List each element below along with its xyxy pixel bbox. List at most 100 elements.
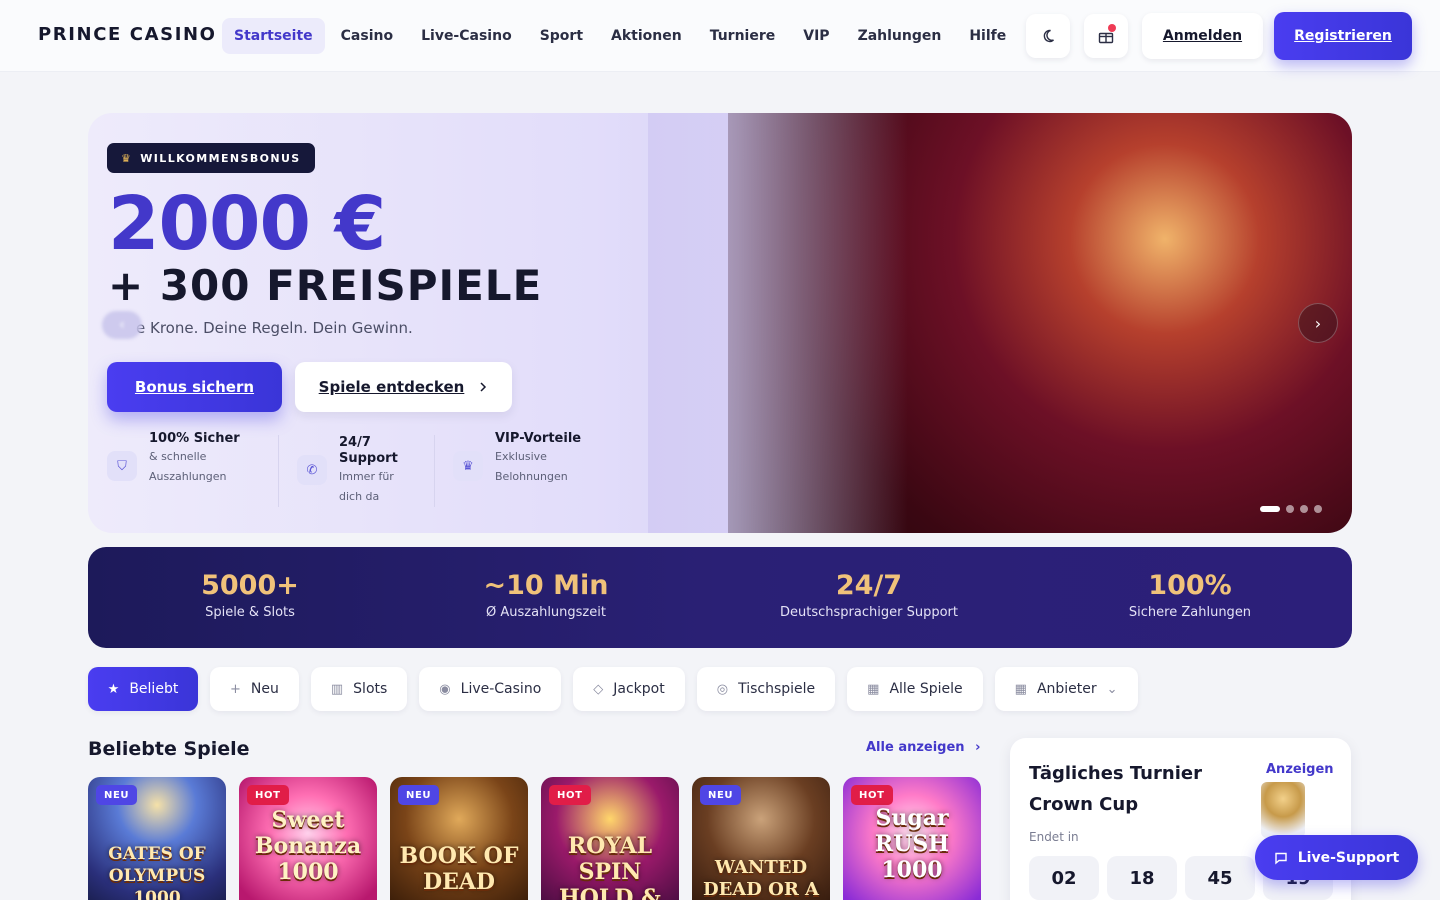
phone-icon: ✆ <box>297 455 327 485</box>
game-card[interactable]: NEU BOOK OF DEAD <box>390 777 528 900</box>
stat-value: 24/7 <box>835 570 903 601</box>
stat-value: 5000+ <box>201 570 299 601</box>
stat-label: Sichere Zahlungen <box>1128 605 1252 620</box>
freespins-headline: + 300 FREISPIELE <box>108 261 543 310</box>
carousel-dot[interactable] <box>1286 505 1294 513</box>
theme-toggle-button[interactable] <box>1026 14 1070 58</box>
stat-value: ~10 Min <box>483 570 609 601</box>
main-nav: Startseite Casino Live-Casino Sport Akti… <box>222 18 1018 54</box>
chat-icon <box>1275 852 1287 864</box>
hero-gradient-overlay <box>648 113 908 533</box>
countdown-hours: 18 <box>1107 856 1177 900</box>
notification-dot <box>1108 24 1116 32</box>
hot-badge: HOT <box>549 785 591 805</box>
nav-item-startseite[interactable]: Startseite <box>222 18 325 54</box>
claim-bonus-button[interactable]: Bonus sichern <box>107 362 282 412</box>
grid-icon: ▦ <box>1014 681 1027 697</box>
feature-secure: ⛉ 100% Sicher & schnelle Auszahlungen <box>107 431 269 487</box>
carousel-dot[interactable] <box>1300 505 1308 513</box>
show-all-link[interactable]: Alle anzeigen › <box>866 740 980 755</box>
plus-icon: + <box>230 681 241 697</box>
nav-item-zahlungen[interactable]: Zahlungen <box>846 18 954 54</box>
slots-icon: ▥ <box>330 681 344 697</box>
filter-alle-spiele[interactable]: ▦ Alle Spiele <box>847 667 983 711</box>
game-card[interactable]: HOT Sweet Bonanza 1000 <box>239 777 377 900</box>
nav-item-casino[interactable]: Casino <box>329 18 405 54</box>
filter-neu[interactable]: + Neu <box>210 667 299 711</box>
chevron-right-icon <box>480 382 487 392</box>
new-badge: NEU <box>96 785 138 805</box>
stat-label: Deutschsprachiger Support <box>780 605 958 620</box>
tournament-title: Tägliches Turnier Crown Cup <box>1029 758 1202 820</box>
nav-item-live-casino[interactable]: Live-Casino <box>409 18 524 54</box>
carousel-prev-button[interactable]: ‹ <box>102 311 142 339</box>
shield-icon: ⛉ <box>107 451 137 481</box>
filter-label: Alle Spiele <box>889 681 963 697</box>
divider <box>434 435 435 507</box>
chevron-left-icon: ‹ <box>119 317 125 333</box>
hot-badge: HOT <box>247 785 289 805</box>
game-card[interactable]: HOT Sugar RUSH 1000 <box>843 777 981 900</box>
feature-sub: Exklusive Belohnungen <box>495 450 568 483</box>
carousel-indicators <box>1260 505 1322 513</box>
star-icon: ★ <box>107 681 120 697</box>
game-filter-bar: ★ Beliebt + Neu ▥ Slots ◉ Live-Casino ◇ … <box>88 667 1138 711</box>
filter-jackpot[interactable]: ◇ Jackpot <box>573 667 685 711</box>
discover-games-button[interactable]: Spiele entdecken <box>295 362 512 412</box>
carousel-dot[interactable] <box>1260 506 1280 512</box>
filter-label: Neu <box>250 681 279 697</box>
show-all-label: Alle anzeigen <box>866 740 965 755</box>
hot-badge: HOT <box>851 785 893 805</box>
crown-icon: ♛ <box>121 151 133 165</box>
discover-games-label: Spiele entdecken <box>318 378 465 396</box>
filter-beliebt[interactable]: ★ Beliebt <box>88 667 198 711</box>
live-support-button[interactable]: Live-Support <box>1255 835 1418 880</box>
countdown-minutes: 45 <box>1185 856 1255 900</box>
nav-item-vip[interactable]: VIP <box>791 18 841 54</box>
target-icon: ◎ <box>716 681 729 697</box>
stat-label: Spiele & Slots <box>205 605 295 620</box>
nav-item-aktionen[interactable]: Aktionen <box>599 18 694 54</box>
stat-value: 100% <box>1148 570 1232 601</box>
gift-button[interactable] <box>1084 14 1128 58</box>
feature-title: 100% Sicher <box>149 431 240 446</box>
filter-live-casino[interactable]: ◉ Live-Casino <box>419 667 562 711</box>
new-badge: NEU <box>398 785 440 805</box>
game-title: ROYAL SPIN HOLD & WIN <box>558 833 662 900</box>
filter-tischspiele[interactable]: ◎ Tischspiele <box>696 667 836 711</box>
tournament-title-line2: Crown Cup <box>1029 794 1139 815</box>
stat-payments: 100% Sichere Zahlungen <box>1040 569 1340 620</box>
feature-title: VIP-Vorteile <box>495 431 582 446</box>
filter-anbieter-dropdown[interactable]: ▦ Anbieter ⌄ <box>994 667 1138 711</box>
carousel-next-button[interactable]: › <box>1298 303 1338 343</box>
bonus-amount: 2000 € <box>108 181 386 267</box>
game-card[interactable]: NEU GATES OF OLYMPUS 1000 <box>88 777 226 900</box>
filter-label: Tischspiele <box>738 681 816 697</box>
nav-item-turniere[interactable]: Turniere <box>698 18 788 54</box>
trophy-image <box>1261 782 1305 838</box>
login-button[interactable]: Anmelden <box>1142 13 1263 59</box>
feature-sub: Immer für dich da <box>339 470 394 503</box>
filter-slots[interactable]: ▥ Slots <box>310 667 408 711</box>
hero-banner: ♛ WILLKOMMENSBONUS 2000 € + 300 FREISPIE… <box>88 113 1352 533</box>
hero-tagline: e Krone. Deine Regeln. Dein Gewinn. <box>136 319 413 337</box>
game-card[interactable]: HOT ROYAL SPIN HOLD & WIN <box>541 777 679 900</box>
welcome-bonus-label: WILLKOMMENSBONUS <box>140 151 301 165</box>
nav-item-hilfe[interactable]: Hilfe <box>957 18 1018 54</box>
game-title: BOOK OF DEAD <box>399 843 519 895</box>
register-button[interactable]: Registrieren <box>1274 12 1412 60</box>
stat-label: Ø Auszahlungszeit <box>486 605 606 620</box>
carousel-dot[interactable] <box>1314 505 1322 513</box>
live-icon: ◉ <box>439 681 451 697</box>
feature-vip: ♛ VIP-Vorteile Exklusive Belohnungen <box>453 431 605 487</box>
grid-icon: ▦ <box>867 681 880 697</box>
nav-item-sport[interactable]: Sport <box>528 18 595 54</box>
tournament-show-link[interactable]: Anzeigen <box>1266 762 1334 777</box>
game-title: WANTED DEAD OR A WILD <box>702 857 820 900</box>
game-title: GATES OF OLYMPUS 1000 <box>108 844 206 900</box>
game-card[interactable]: NEU WANTED DEAD OR A WILD <box>692 777 830 900</box>
chevron-right-icon: › <box>975 740 981 755</box>
brand-logo[interactable]: PRINCE CASINO <box>38 24 217 45</box>
game-title: Sweet Bonanza 1000 <box>254 807 362 885</box>
section-title: Beliebte Spiele <box>88 738 250 760</box>
